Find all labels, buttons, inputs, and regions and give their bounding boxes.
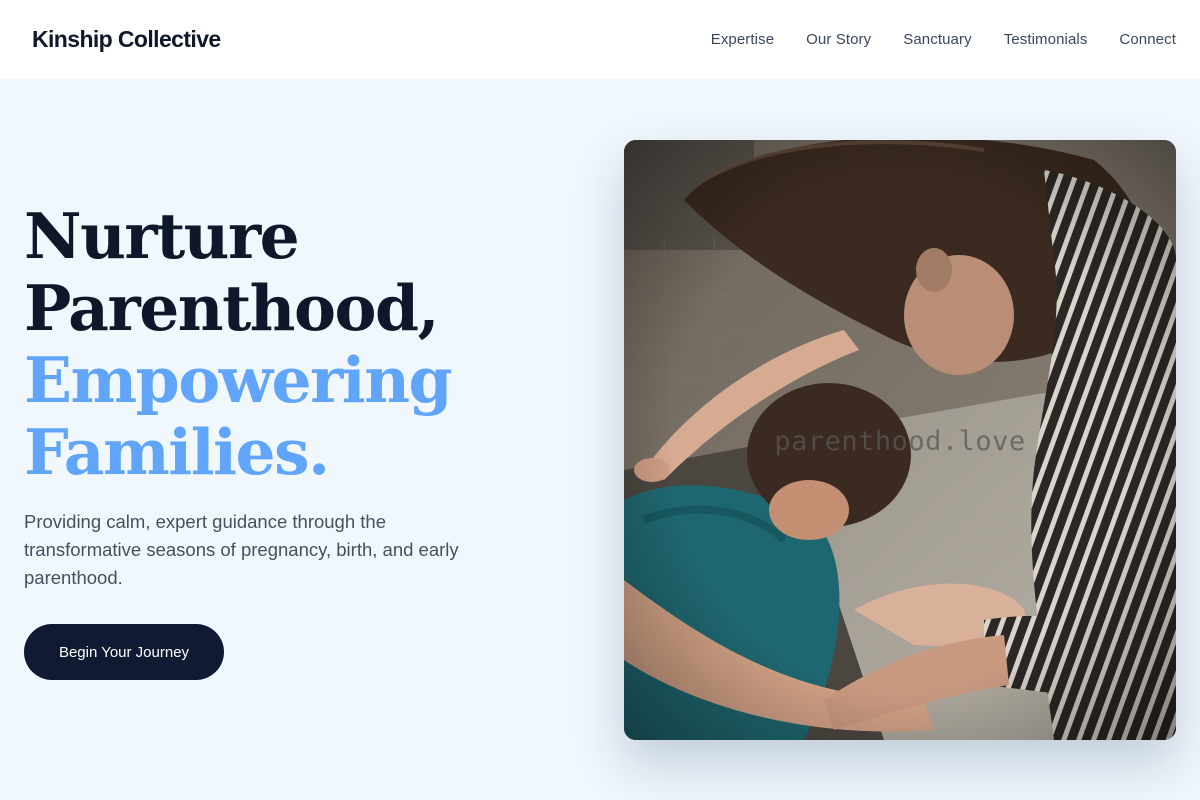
hero-subtitle: Providing calm, expert guidance through … [24,511,459,588]
photo-watermark: parenthood.love [774,426,1026,457]
nav-link-testimonials[interactable]: Testimonials [1004,31,1088,48]
headline-accent-empowering: Empowering [24,343,453,417]
nav-link-expertise[interactable]: Expertise [711,31,774,48]
hero-photo: parenthood.love [624,140,1176,740]
site-header: Kinship Collective Expertise Our Story S… [0,0,1200,79]
headline-line-parenthood: Parenthood, [24,271,440,345]
nav-link-our-story[interactable]: Our Story [806,31,871,48]
begin-journey-button[interactable]: Begin Your Journey [24,624,224,680]
hero-headline: Nurture Parenthood, Empowering Families. [24,200,544,488]
nav-link-connect[interactable]: Connect [1119,31,1176,48]
brand-logo[interactable]: Kinship Collective [32,26,221,53]
hero-text: Nurture Parenthood, Empowering Families.… [24,200,544,680]
nav-link-sanctuary[interactable]: Sanctuary [903,31,971,48]
headline-accent-families: Families. [24,415,330,489]
headline-line-nurture: Nurture [24,199,300,273]
main-nav: Expertise Our Story Sanctuary Testimonia… [711,31,1176,48]
